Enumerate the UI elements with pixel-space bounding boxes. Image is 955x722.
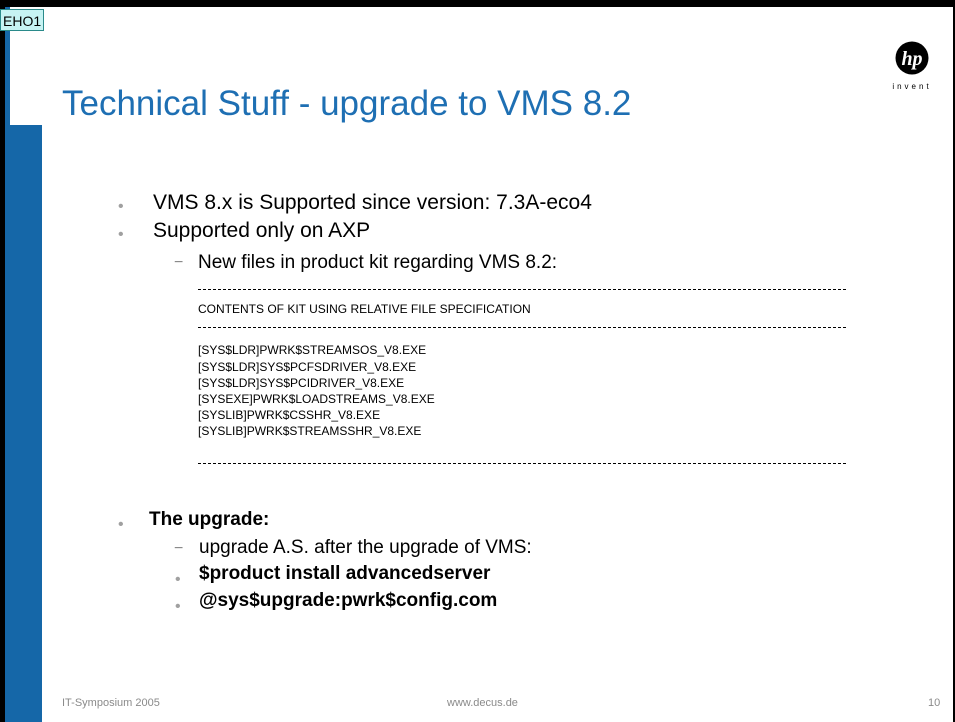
kit-file-item: [SYSLIB]PWRK$STREAMSSHR_V8.EXE (198, 424, 422, 438)
bullet-dot: • (118, 226, 124, 243)
upgrade-step: upgrade A.S. after the upgrade of VMS: (199, 537, 532, 558)
sub-bullet-dash: − (174, 540, 184, 557)
kit-file-item: [SYS$LDR]SYS$PCIDRIVER_V8.EXE (198, 376, 405, 390)
slide-content: • VMS 8.x is Supported since version: 7.… (0, 0, 955, 722)
kit-file-item: [SYSLIB]PWRK$CSSHR_V8.EXE (198, 408, 381, 422)
separator-rule (198, 327, 846, 328)
slide: EHO1 hp invent Technical Stuff - upgrade… (0, 0, 955, 722)
sub-bullet-text: New files in product kit regarding VMS 8… (198, 252, 558, 273)
kit-file-item: [SYS$LDR]SYS$PCFSDRIVER_V8.EXE (198, 360, 417, 374)
bullet-dot: • (118, 516, 124, 533)
kit-file-item: [SYS$LDR]PWRK$STREAMSOS_V8.EXE (198, 343, 427, 357)
bullet-text: VMS 8.x is Supported since version: 7.3A… (153, 191, 592, 214)
upgrade-command-2: @sys$upgrade:pwrk$config.com (199, 590, 498, 611)
kit-file-item: [SYSEXE]PWRK$LOADSTREAMS_V8.EXE (198, 392, 435, 406)
separator-rule (198, 463, 846, 464)
upgrade-heading: The upgrade: (149, 509, 270, 530)
kit-listing-header: CONTENTS OF KIT USING RELATIVE FILE SPEC… (198, 302, 531, 316)
bullet-text: Supported only on AXP (153, 219, 371, 242)
bullet-dot: • (175, 598, 181, 615)
footer-website: www.decus.de (447, 697, 518, 709)
separator-rule (198, 289, 846, 290)
footer-page-number: 10 (928, 697, 941, 709)
bullet-dot: • (175, 571, 181, 588)
footer-event: IT-Symposium 2005 (62, 697, 160, 709)
bullet-dot: • (118, 198, 124, 215)
sub-bullet-dash: − (174, 254, 184, 271)
upgrade-command-1: $product install advancedserver (199, 563, 491, 584)
